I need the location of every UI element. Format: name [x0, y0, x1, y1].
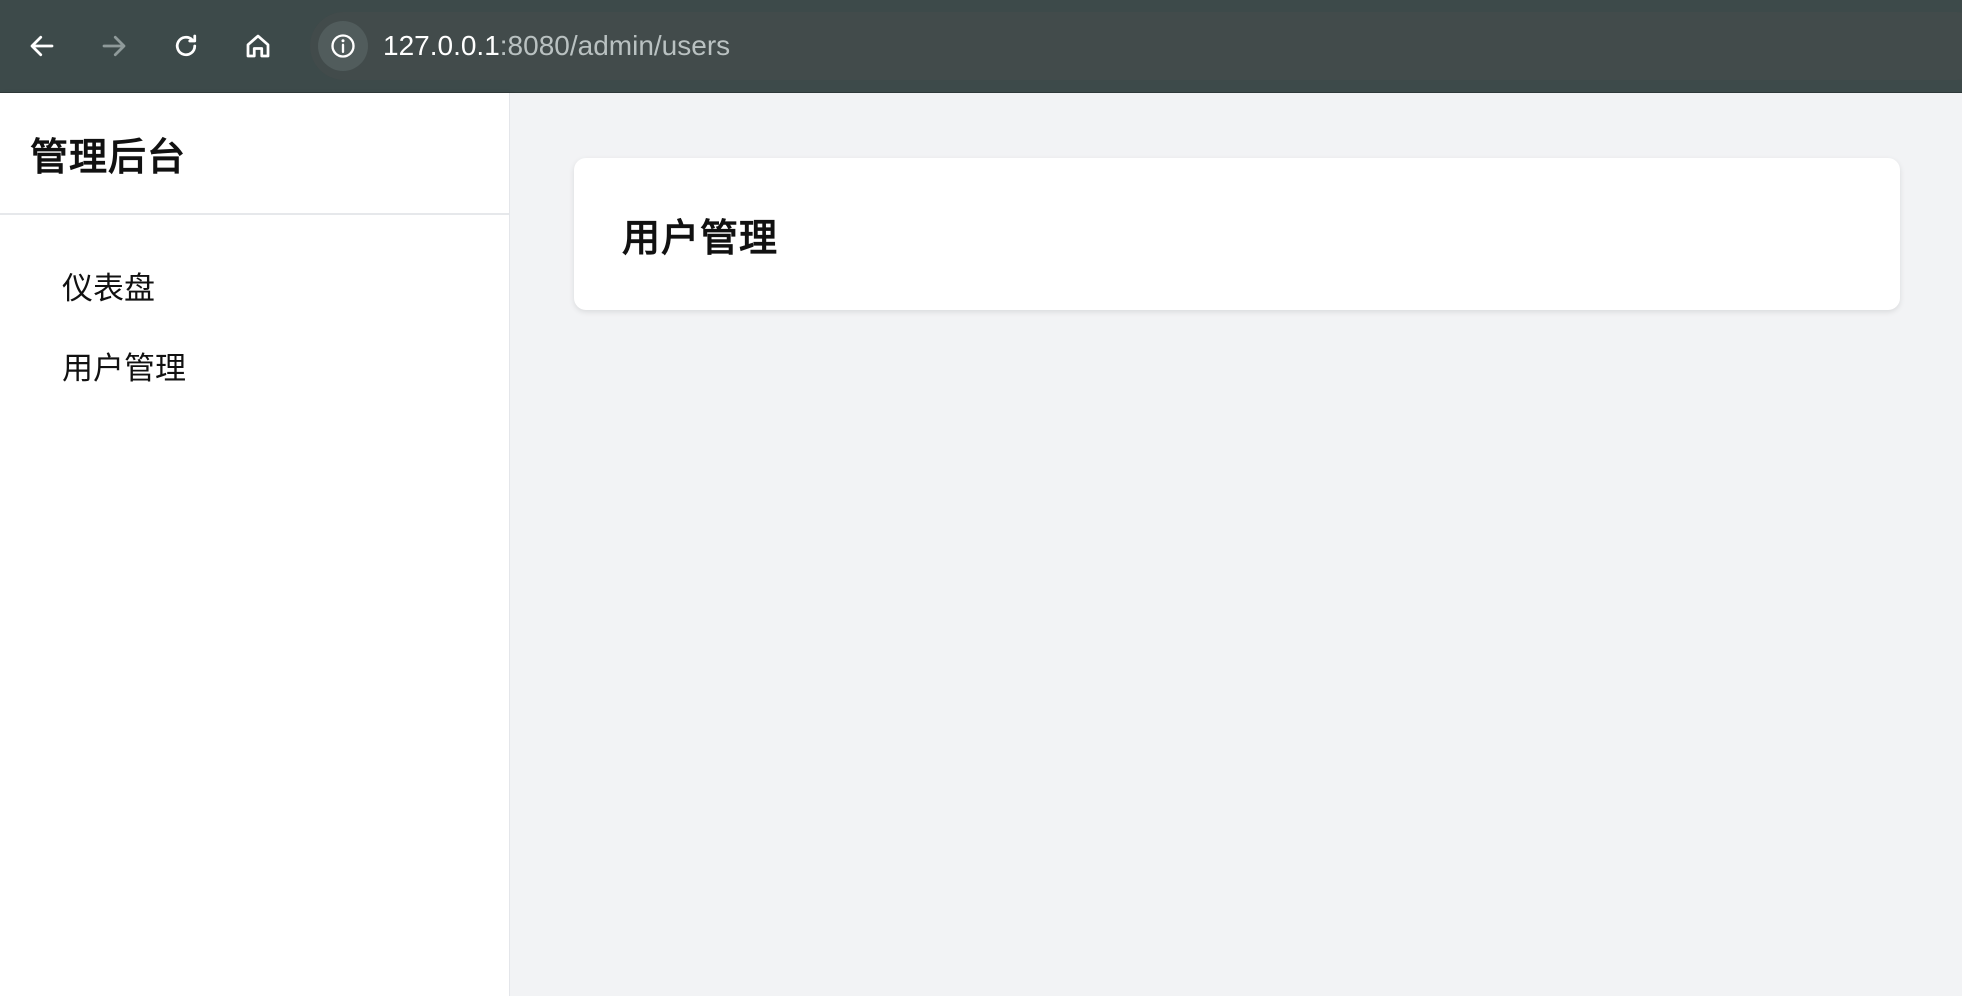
back-button[interactable] [16, 20, 68, 72]
sidebar-title: 管理后台 [30, 134, 187, 179]
home-icon [246, 34, 270, 58]
page-header-card: 用户管理 [574, 158, 1900, 310]
sidebar-header: 管理后台 [0, 93, 509, 215]
site-info-button[interactable] [318, 21, 368, 71]
browser-toolbar: 127.0.0.1:8080/admin/users [0, 0, 1962, 93]
url-text[interactable]: 127.0.0.1:8080/admin/users [383, 28, 730, 64]
arrow-left-icon [30, 35, 54, 57]
sidebar-item-dashboard[interactable]: 仪表盘 [0, 245, 509, 325]
sidebar-item-label: 用户管理 [62, 350, 186, 387]
arrow-right-icon [102, 35, 126, 57]
sidebar-menu: 仪表盘 用户管理 [0, 215, 509, 405]
url-path: :8080/admin/users [499, 30, 731, 61]
forward-button[interactable] [88, 20, 140, 72]
url-host: 127.0.0.1 [383, 30, 500, 61]
sidebar: 管理后台 仪表盘 用户管理 [0, 93, 510, 996]
page-title: 用户管理 [622, 215, 779, 260]
sidebar-item-label: 仪表盘 [62, 270, 155, 307]
info-icon [331, 34, 355, 58]
reload-button[interactable] [160, 20, 212, 72]
home-button[interactable] [232, 20, 284, 72]
sidebar-item-users[interactable]: 用户管理 [0, 325, 509, 405]
address-bar[interactable]: 127.0.0.1:8080/admin/users [310, 12, 1962, 80]
reload-icon [175, 34, 197, 57]
main-content: 用户管理 [510, 93, 1962, 996]
